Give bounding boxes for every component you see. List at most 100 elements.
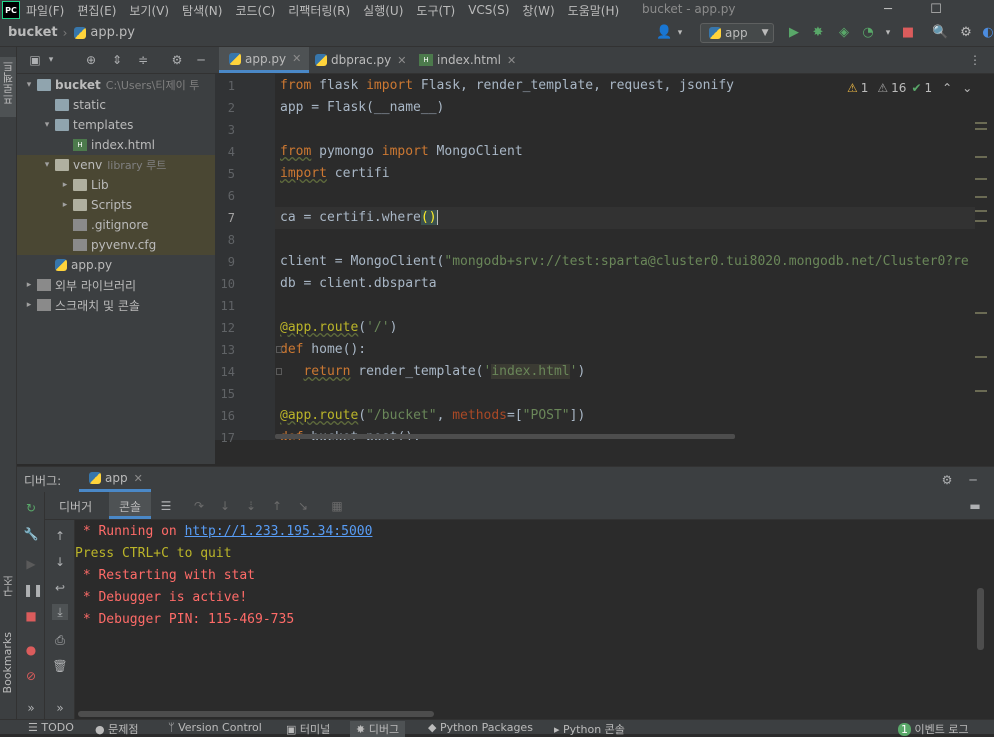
tree-item[interactable]: ▸ Scripts [17,195,215,215]
stripe-mark[interactable] [975,122,987,124]
search-icon[interactable]: 🔍 [932,25,948,41]
run-config-select[interactable]: app ▼ [700,23,774,43]
menu-item[interactable]: VCS(S) [468,3,509,17]
stripe-mark[interactable] [975,196,987,198]
tab-dbprac-py[interactable]: dbprac.py ✕ [305,47,415,73]
tree-item[interactable]: ▾ bucket C:\Users\티제이 투 [17,75,215,95]
more-tabs-icon[interactable]: ⋮ [967,52,983,68]
tab-index-html[interactable]: H index.html ✕ [409,47,524,73]
chevron-right-icon[interactable]: ▸ [59,200,71,210]
scroll-down-icon[interactable]: ↓ [52,554,68,570]
stripe-mark[interactable] [975,356,987,358]
code-line[interactable]: app = Flask(__name__) [280,97,444,119]
user-dropdown-chevron-icon[interactable]: ▾ [672,25,688,41]
chevron-right-icon[interactable]: ▸ [23,300,35,310]
close-icon[interactable]: ✕ [397,54,406,67]
project-view-icon[interactable]: ▣ [27,52,43,68]
project-tool-tab[interactable]: 프로젝트 [0,57,16,117]
tree-item[interactable]: ▸ 외부 라이브러리 [17,275,215,295]
chevron-right-icon[interactable]: ▸ [59,180,71,190]
code-line[interactable]: from pymongo import MongoClient [280,141,523,163]
stripe-mark[interactable] [975,220,987,222]
close-icon[interactable]: ✕ [507,54,516,67]
maximize-button[interactable]: ☐ [916,0,956,20]
run-icon[interactable]: ▶ [786,25,802,41]
python-packages-tool-tab[interactable]: ◆ Python Packages [428,721,533,734]
tree-item[interactable]: ▾ venv library 루트 [17,155,215,175]
stripe-mark[interactable] [975,312,987,314]
python-console-tool-tab[interactable]: ▸ Python 콘솔 [554,721,625,737]
view-breakpoints-icon[interactable]: ● [23,642,39,658]
debug-icon[interactable]: ✸ [810,25,826,41]
stripe-mark[interactable] [975,178,987,180]
chevron-down-icon[interactable]: ▾ [41,160,53,170]
stripe-mark[interactable] [975,210,987,212]
tree-item[interactable]: pyvenv.cfg [17,235,215,255]
soft-wrap-icon[interactable]: ↩ [52,580,68,596]
chevron-down-icon[interactable]: ⌄ [962,81,972,95]
clear-all-icon[interactable]: 🗑 [52,658,68,674]
settings-icon[interactable]: ⚙ [169,52,185,68]
editor-horizontal-scrollbar[interactable] [275,434,735,439]
hide-panel-icon[interactable]: ─ [965,472,981,488]
menu-item[interactable]: 편집(E) [77,2,116,19]
settings-icon[interactable]: ⚙ [939,472,955,488]
pause-icon[interactable]: ❚❚ [23,582,43,598]
menu-item[interactable]: 코드(C) [235,2,275,19]
event-log-tool-tab[interactable]: 1 이벤트 로그 [898,721,969,737]
chevron-up-icon[interactable]: ⌃ [942,81,952,95]
bookmarks-tool-tab[interactable]: Bookmarks [1,632,14,693]
tree-item[interactable]: ▸ Lib [17,175,215,195]
tree-item[interactable]: app.py [17,255,215,275]
terminal-tool-tab[interactable]: ▣ 터미널 [286,721,330,737]
wrench-icon[interactable]: 🔧 [23,526,39,542]
code-line[interactable]: return render_template('index.html') [280,361,585,383]
debug-config-tab[interactable]: app ✕ [79,467,151,492]
error-stripe[interactable] [975,74,994,440]
menu-item[interactable]: 도움말(H) [568,2,620,19]
menu-item[interactable]: 파일(F) [26,2,64,19]
debug-tool-tab[interactable]: ✸ 디버그 [350,721,406,737]
close-icon[interactable]: ✕ [292,52,301,65]
tree-item[interactable]: static [17,95,215,115]
menu-item[interactable]: 리팩터링(R) [288,2,350,19]
inspection-widget[interactable]: ⚠ 1 ⚠ 16 ✔ 1 ⌃ ⌄ [847,80,972,96]
layout-icon[interactable]: ☰ [158,498,174,514]
structure-tool-tab[interactable]: 구조 [1,575,17,597]
rerun-icon[interactable]: ↻ [23,500,39,516]
menu-item[interactable]: 보기(V) [129,2,169,19]
breadcrumb-file[interactable]: app.py [90,25,135,40]
code-line[interactable]: from flask import Flask, render_template… [280,75,734,97]
view-dropdown-chevron-icon[interactable]: ▾ [43,52,59,68]
more-run-chevron-icon[interactable]: ▾ [880,25,896,41]
console-horizontal-scrollbar[interactable] [78,711,434,717]
expand-all-icon[interactable]: ⇕ [109,52,125,68]
console-output[interactable]: * Running on http://1.233.195.34:5000 Pre… [75,520,975,710]
breadcrumb-project[interactable]: bucket [8,25,58,40]
layout-options-icon[interactable]: ▬ [967,498,983,514]
tree-item[interactable]: Hindex.html [17,135,215,155]
problems-tool-tab[interactable]: ● 문제점 [95,721,138,737]
stop-icon[interactable]: ■ [23,608,39,624]
code-line[interactable]: @app.route('/') [280,317,397,339]
server-url-link[interactable]: http://1.233.195.34:5000 [185,524,373,539]
chevron-down-icon[interactable]: ▾ [23,80,35,90]
close-icon[interactable]: ✕ [134,472,143,485]
version-control-tool-tab[interactable]: ᛘ Version Control [168,721,262,734]
tab-debugger[interactable]: 디버거 [59,498,92,515]
stop-icon[interactable]: ■ [900,25,916,41]
todo-tool-tab[interactable]: ☰ TODO [28,721,74,734]
menu-item[interactable]: 탐색(N) [182,2,222,19]
more-icon[interactable]: » [52,700,68,716]
print-icon[interactable]: ⎙ [52,632,68,648]
stripe-mark[interactable] [975,156,987,158]
code-line[interactable]: def home(): [280,339,366,361]
code-line[interactable]: ca = certifi.where() [280,207,438,229]
minimize-button[interactable]: ─ [868,0,908,20]
profile-icon[interactable]: ◔ [860,25,876,41]
hide-panel-icon[interactable]: ─ [193,52,209,68]
code-editor[interactable]: from flask import Flask, render_template… [275,74,975,440]
menu-item[interactable]: 실행(U) [363,2,403,19]
plugin-icon[interactable]: ◐ [980,25,994,41]
locate-file-icon[interactable]: ⊕ [83,52,99,68]
